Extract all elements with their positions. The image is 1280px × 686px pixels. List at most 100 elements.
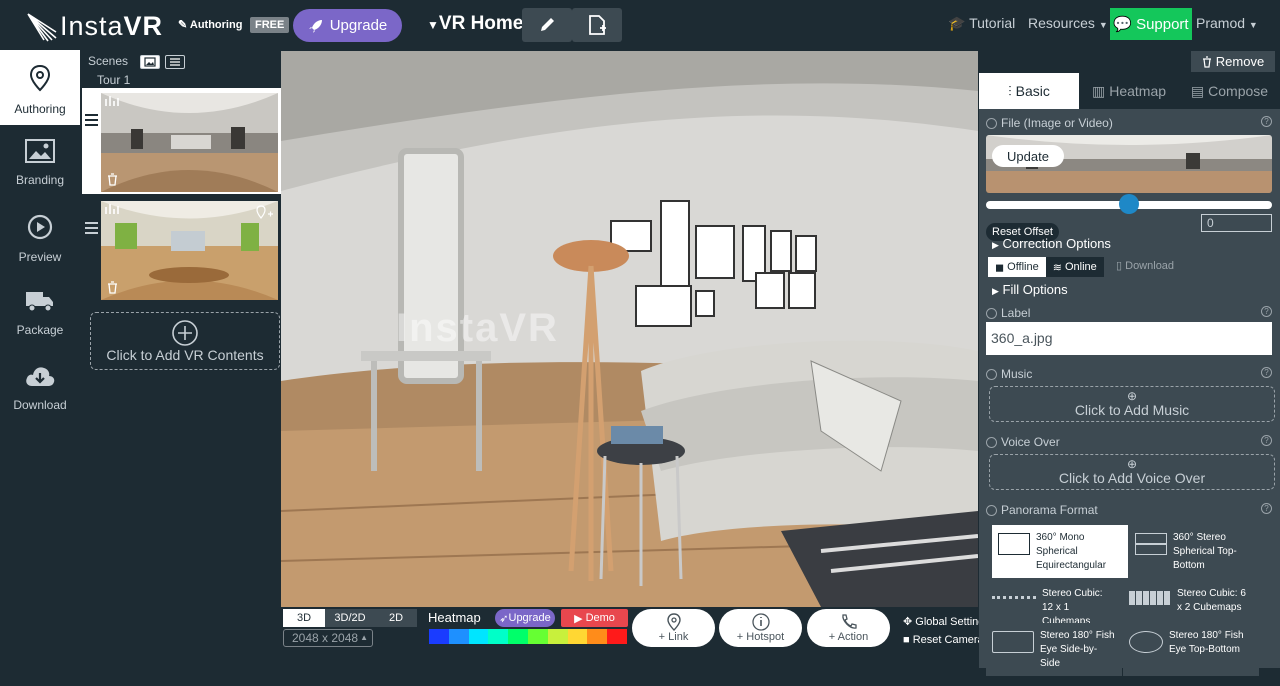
heatmap-label: Heatmap xyxy=(428,610,481,625)
download-option[interactable]: ▯ Download xyxy=(1116,259,1174,272)
plus-circle-icon: ⊕ xyxy=(1126,389,1138,403)
global-settings-link[interactable]: ✥ Global Settings xyxy=(903,615,990,628)
help-icon[interactable]: ? xyxy=(1261,306,1272,317)
drag-handle-icon[interactable] xyxy=(85,114,98,129)
help-icon[interactable]: ? xyxy=(1261,503,1272,514)
map-pin-icon xyxy=(29,64,51,92)
heat-color-swatch xyxy=(567,629,588,644)
instavr-logo[interactable]: InstaVR xyxy=(26,10,163,42)
remove-scene-button[interactable]: Remove xyxy=(1191,51,1275,72)
tutorial-link[interactable]: 🎓 Tutorial xyxy=(948,15,1015,32)
drag-handle-icon[interactable] xyxy=(85,222,98,237)
nav-preview[interactable]: Preview xyxy=(0,200,80,275)
sliders-icon: ⫶ xyxy=(1008,82,1012,99)
trash-icon[interactable] xyxy=(107,173,118,189)
trash-icon[interactable] xyxy=(107,281,118,297)
add-music-dropzone[interactable]: ⊕ Click to Add Music xyxy=(989,386,1275,422)
nav-package[interactable]: Package xyxy=(0,275,80,350)
help-icon[interactable]: ? xyxy=(1261,435,1272,446)
nav-authoring[interactable]: Authoring xyxy=(0,50,80,125)
user-menu[interactable]: Pramod ▼ xyxy=(1196,15,1258,31)
chat-icon: 💬 xyxy=(1113,16,1133,33)
nav-branding[interactable]: Branding xyxy=(0,125,80,200)
mode-3d-2d[interactable]: 3D/2D xyxy=(325,609,375,627)
cloud-download-icon xyxy=(26,367,55,386)
view-mode-tabs: 3D 3D/2D 2D xyxy=(283,609,417,627)
thumbnail-view-toggle[interactable] xyxy=(140,55,160,69)
tab-basic[interactable]: ⫶ Basic xyxy=(979,73,1079,109)
correction-options-toggle[interactable]: ▶ Correction Options xyxy=(992,236,1111,251)
list-view-toggle[interactable] xyxy=(165,55,185,69)
move-icon: ✥ xyxy=(903,616,913,628)
caret-down-icon: ▼ xyxy=(427,18,439,32)
heatmap-upgrade-button[interactable]: ➶ Upgrade xyxy=(495,609,555,627)
help-icon[interactable]: ? xyxy=(1261,116,1272,127)
resources-dropdown[interactable]: Resources ▼ xyxy=(1028,15,1108,31)
update-file-button[interactable]: Update xyxy=(992,145,1064,167)
offset-slider-thumb[interactable] xyxy=(1119,194,1139,214)
plus-circle-icon xyxy=(172,320,198,346)
heatmap-stats-icon[interactable] xyxy=(105,95,119,110)
add-hotspot-button[interactable]: + Hotspot xyxy=(719,609,802,647)
scene-thumbnail[interactable] xyxy=(101,201,278,300)
resolution-select[interactable]: 2048 x 2048 ▲ xyxy=(283,629,373,647)
offline-option[interactable]: ◼ Offline xyxy=(988,257,1046,277)
map-pin-icon xyxy=(666,613,681,631)
pano-stereo-top-bottom[interactable]: 360° Stereo Spherical Top-Bottom xyxy=(1129,525,1265,578)
updown-arrows-icon: ▲ xyxy=(360,633,368,642)
pano-fisheye-side-by-side[interactable]: Stereo 180° Fish Eye Side-by-Side xyxy=(986,623,1122,676)
fill-options-toggle[interactable]: ▶ Fill Options xyxy=(992,282,1068,297)
check-circle-icon xyxy=(986,307,997,319)
pano-mono-equirect[interactable]: 360° Mono Spherical Equirectangular xyxy=(992,525,1128,578)
scene-item[interactable] xyxy=(82,88,282,194)
help-icon[interactable]: ? xyxy=(1261,367,1272,378)
tour-label: Tour 1 xyxy=(97,73,131,87)
scene-item[interactable] xyxy=(82,196,282,302)
add-vr-contents-button[interactable]: Click to Add VR Contents xyxy=(90,312,280,370)
add-link-button[interactable]: + Link xyxy=(632,609,715,647)
stereo-top-bottom-icon xyxy=(1135,533,1167,555)
logo-text: InstaVR xyxy=(60,10,164,41)
vr-viewer[interactable]: InstaVR xyxy=(281,51,978,607)
add-voiceover-dropzone[interactable]: ⊕ Click to Add Voice Over xyxy=(989,454,1275,490)
graduation-cap-icon: 🎓 xyxy=(948,15,966,31)
cube-icon: ◼ xyxy=(995,261,1005,274)
tab-heatmap[interactable]: ▥ Heatmap xyxy=(1079,73,1179,109)
online-option[interactable]: ≋ Online xyxy=(1045,257,1104,277)
tab-compose[interactable]: ▤ Compose xyxy=(1179,73,1280,109)
new-project-button[interactable] xyxy=(572,8,622,42)
truck-icon xyxy=(26,292,53,312)
heat-color-swatch xyxy=(448,629,469,644)
reset-camera-link[interactable]: ■ Reset Camera xyxy=(903,634,984,646)
project-title-dropdown[interactable]: ▼VR Home xyxy=(427,13,523,35)
scene-thumbnail[interactable] xyxy=(101,93,278,192)
nav-download[interactable]: Download xyxy=(0,350,80,425)
basic-tab-body: File (Image or Video) ? Update Reset Off… xyxy=(979,109,1280,676)
cubemap-6x2-icon xyxy=(1129,591,1171,605)
scenes-header: Scenes Tour 1 xyxy=(82,50,282,88)
pano-fisheye-top-bottom[interactable]: Stereo 180° Fish Eye Top-Bottom xyxy=(1123,623,1259,676)
rocket-icon: ➶ xyxy=(499,612,509,625)
panorama-format-title: Panorama Format xyxy=(986,503,1098,517)
upgrade-button[interactable]: Upgrade xyxy=(293,9,402,42)
film-icon: ▤ xyxy=(1190,82,1205,99)
mode-3d[interactable]: 3D xyxy=(283,609,325,627)
heatmap-demo-button[interactable]: ▶ Demo xyxy=(561,609,628,627)
add-action-button[interactable]: + Action xyxy=(807,609,890,647)
edit-title-button[interactable] xyxy=(522,8,572,42)
caret-down-icon: ▼ xyxy=(1098,20,1108,30)
support-button[interactable]: 💬 Support xyxy=(1110,8,1192,40)
mode-2d[interactable]: 2D xyxy=(375,609,417,627)
heat-color-swatch xyxy=(527,629,548,644)
image-icon xyxy=(144,57,156,67)
add-hotspot-pin-icon[interactable] xyxy=(256,205,274,222)
label-section-title: Label xyxy=(986,306,1030,320)
pencil-icon xyxy=(541,18,554,31)
heat-color-swatch xyxy=(468,629,489,644)
heatmap-stats-icon[interactable] xyxy=(105,203,119,218)
heat-color-swatch xyxy=(508,629,528,644)
heatmap-color-scale xyxy=(429,629,627,644)
scene-label-input[interactable]: 360_a.jpg xyxy=(986,322,1272,355)
top-bar: InstaVR ✎ Authoring FREE Upgrade ▼VR Hom… xyxy=(0,0,1280,50)
offset-input[interactable]: 0 xyxy=(1201,214,1272,232)
